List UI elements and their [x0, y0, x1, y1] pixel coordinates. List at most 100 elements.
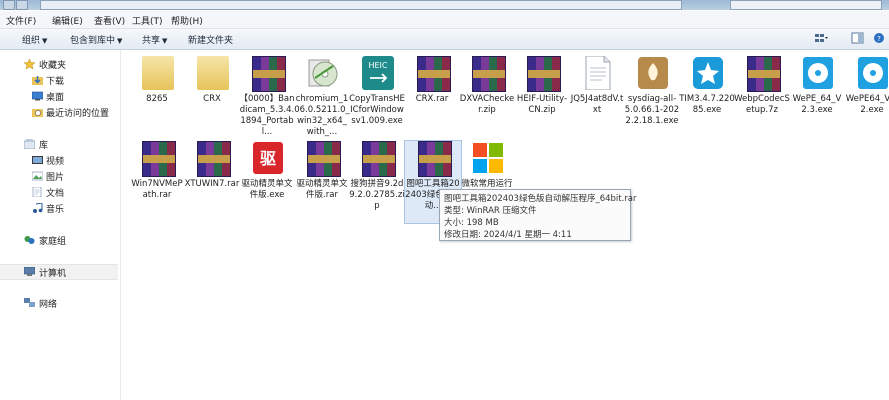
file-item[interactable]: WebpCodecSetup.7z [734, 56, 790, 116]
file-item[interactable]: CRX.rar [404, 56, 460, 116]
winrar-archive-icon [307, 141, 341, 177]
menu-bar: 文件(F) 编辑(E) 查看(V) 工具(T) 帮助(H) [0, 11, 889, 29]
file-item[interactable]: HEIC CopyTransHEICforWindowsv1.009.exe [349, 56, 405, 140]
desktop-icon [32, 91, 43, 101]
nav-favorites[interactable]: 收藏夹 [0, 57, 120, 71]
file-item[interactable]: 驱动精灵单文件版.rar [294, 141, 350, 201]
svg-text:HEIC: HEIC [368, 61, 387, 70]
tim-star-icon [693, 57, 723, 89]
file-name: CopyTransHEICforWindowsv1.009.exe [349, 94, 405, 126]
nav-homegroup[interactable]: 家庭组 [0, 233, 120, 247]
tooltip-size: 大小: 198 MB [444, 218, 499, 228]
navigation-pane: 收藏夹 下载 桌面 最近访问的位置 库 视频 图片 文档 音乐 家庭组 计算机 [0, 50, 121, 400]
nav-pictures[interactable]: 图片 [0, 169, 120, 183]
menu-help[interactable]: 帮助(H) [171, 14, 203, 27]
file-name: 8265 [146, 94, 168, 104]
chevron-down-icon: ▼ [117, 37, 123, 45]
network-icon [24, 298, 35, 307]
address-bar[interactable] [40, 0, 682, 10]
file-item[interactable]: chromium_106.0.5211.0_win32_x64_with_... [294, 56, 350, 140]
share-label: 共享 [142, 36, 161, 46]
svg-text:?: ? [877, 35, 881, 43]
share-button[interactable]: 共享 ▼ [142, 33, 167, 46]
homegroup-icon [24, 236, 35, 244]
winrar-archive-icon [472, 56, 506, 92]
file-item[interactable]: XTUWIN7.rar [184, 141, 240, 201]
organize-button[interactable]: 组织 ▼ [22, 33, 47, 46]
nav-libraries[interactable]: 库 [0, 137, 120, 151]
cd-installer-icon [858, 57, 888, 89]
recent-places-icon [32, 109, 43, 117]
svg-text:驱: 驱 [260, 149, 276, 168]
include-in-library-button[interactable]: 包含到库中 ▼ [70, 33, 122, 46]
search-input[interactable] [730, 0, 882, 10]
windows-logo-icon [473, 143, 503, 173]
nav-desktop[interactable]: 桌面 [0, 89, 120, 103]
tooltip-title: 图吧工具箱202403绿色版自动解压程序_64bit.rar [444, 194, 637, 204]
file-item[interactable]: WePE64_V2.2.exe [844, 56, 889, 116]
file-item[interactable]: HEIF-Utility-CN.zip [514, 56, 570, 116]
library-icon [24, 139, 35, 149]
tooltip-modified: 修改日期: 2024/4/1 星期一 4:11 [444, 230, 572, 240]
nav-downloads[interactable]: 下载 [0, 73, 120, 87]
menu-tools[interactable]: 工具(T) [132, 14, 163, 27]
forward-icon[interactable] [16, 0, 28, 10]
winrar-archive-icon [197, 141, 231, 177]
file-name: chromium_106.0.5211.0_win32_x64_with_... [294, 94, 350, 137]
nav-recent-places[interactable]: 最近访问的位置 [0, 105, 120, 119]
winrar-archive-icon [142, 141, 176, 177]
nav-documents[interactable]: 文档 [0, 185, 120, 199]
cd-installer-icon [803, 57, 833, 89]
nav-homegroup-label: 家庭组 [39, 237, 67, 247]
command-bar: 组织 ▼ 包含到库中 ▼ 共享 ▼ 新建文件夹 ? [0, 29, 889, 50]
file-name: 【0000】Bandicam_5.3.4.1894_Portabl... [239, 94, 295, 137]
nav-videos[interactable]: 视频 [0, 153, 120, 167]
folder-icon [197, 56, 229, 90]
nav-desktop-label: 桌面 [46, 93, 65, 103]
file-item[interactable]: 8265 [129, 56, 185, 116]
file-name: WePE64_V2.2.exe [845, 94, 889, 115]
file-name: WebpCodecSetup.7z [734, 94, 790, 115]
back-icon[interactable] [3, 0, 15, 10]
nav-videos-label: 视频 [46, 157, 65, 167]
file-item[interactable]: 驱 驱动精灵单文件版.exe [239, 141, 295, 201]
nav-music[interactable]: 音乐 [0, 201, 120, 215]
view-options-icon[interactable] [814, 32, 828, 44]
file-name: sysdiag-all-5.0.66.1-2022.2.18.1.exe [624, 94, 680, 126]
file-item[interactable]: TIM3.4.7.22085.exe [679, 56, 735, 116]
organize-label: 组织 [22, 36, 41, 46]
file-name: CRX [203, 94, 221, 104]
file-name: TIM3.4.7.22085.exe [679, 94, 735, 115]
help-icon[interactable]: ? [872, 32, 886, 44]
download-folder-icon [32, 76, 43, 85]
nav-recent-places-label: 最近访问的位置 [46, 109, 110, 119]
menu-edit[interactable]: 编辑(E) [52, 14, 83, 27]
preview-pane-icon[interactable] [851, 32, 865, 44]
star-icon [24, 59, 35, 69]
file-item[interactable]: sysdiag-all-5.0.66.1-2022.2.18.1.exe [624, 56, 680, 140]
file-item[interactable]: 搜狗拼音9.2d9.2.0.2785.zip [349, 141, 405, 225]
file-item[interactable]: WePE_64_V2.3.exe [789, 56, 845, 116]
nav-computer[interactable]: 计算机 [0, 264, 118, 280]
winrar-archive-icon [527, 56, 561, 92]
nav-favorites-label: 收藏夹 [39, 61, 67, 71]
file-item[interactable]: 【0000】Bandicam_5.3.4.1894_Portabl... [239, 56, 295, 140]
tooltip-type: 类型: WinRAR 压缩文件 [444, 206, 537, 216]
file-name: DXVAChecker.zip [459, 94, 515, 115]
winrar-archive-icon [417, 56, 451, 92]
computer-icon [24, 267, 35, 276]
file-name: 驱动精灵单文件版.rar [296, 179, 348, 200]
nav-libraries-label: 库 [39, 141, 49, 151]
nav-network[interactable]: 网络 [0, 296, 120, 310]
new-folder-button[interactable]: 新建文件夹 [188, 33, 233, 46]
file-item[interactable]: DXVAChecker.zip [459, 56, 515, 116]
file-item[interactable]: JQ5J4at8dV.txt [569, 56, 625, 116]
file-name: JQ5J4at8dV.txt [570, 94, 624, 115]
title-bar [0, 0, 889, 10]
menu-file[interactable]: 文件(F) [6, 14, 36, 27]
winrar-archive-icon [747, 56, 781, 92]
file-item[interactable]: CRX [184, 56, 240, 116]
file-item[interactable]: Win7NVMePath.rar [129, 141, 185, 201]
menu-view[interactable]: 查看(V) [94, 14, 125, 27]
heic-app-icon: HEIC [362, 56, 394, 90]
